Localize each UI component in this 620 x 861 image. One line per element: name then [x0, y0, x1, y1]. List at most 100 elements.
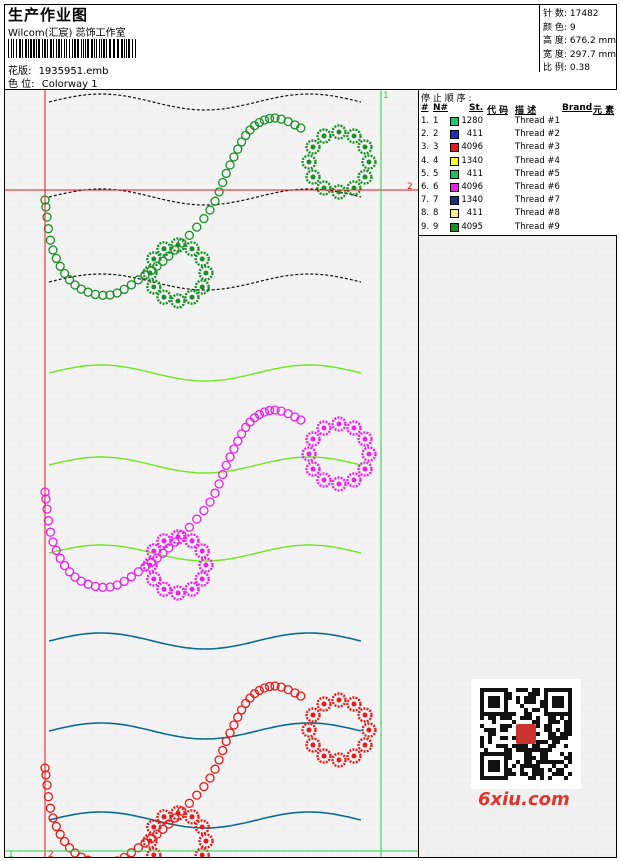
qr-module [552, 760, 556, 764]
chain-link [241, 422, 251, 433]
thread-code: 411 [466, 168, 483, 179]
marker-label: 2 [407, 182, 413, 192]
rosette-center [161, 814, 167, 820]
qr-module [532, 756, 536, 760]
qr-module [492, 728, 496, 732]
thread-index: 7. [421, 195, 430, 206]
chain-link [42, 212, 52, 222]
rosette-center [175, 534, 181, 540]
qr-module [532, 688, 536, 692]
thread-code: 4096 [461, 142, 483, 153]
qr-module [548, 776, 552, 780]
rosette-center [306, 451, 312, 457]
barcode-bar [72, 39, 73, 58]
stat-value: 0.38 [569, 63, 590, 73]
qr-module [520, 704, 524, 708]
embroidery-design: 1 2 1 2 [5, 90, 418, 857]
barcode-bar [77, 39, 79, 58]
thread-color-swatch [450, 169, 459, 179]
chain-link [51, 821, 61, 832]
qr-module [500, 716, 504, 720]
rosette-center [189, 538, 195, 544]
chain-link [214, 187, 224, 197]
thread-row[interactable]: 8. 8 411 Thread #8 [419, 208, 617, 221]
thread-row[interactable]: 7. 7 1340 Thread #7 [419, 195, 617, 208]
studio-name: Wilcom(汇宸) 蕊饰工作室 [8, 28, 126, 39]
chain-link [245, 693, 255, 703]
thread-color-swatch [450, 196, 459, 206]
rosette-center [310, 466, 316, 472]
thread-desc: Thread #4 [515, 155, 560, 166]
chain-link [55, 261, 65, 271]
qr-module [556, 736, 560, 740]
rosette-center [366, 727, 372, 733]
qr-module [516, 748, 520, 752]
thread-row[interactable]: 3. 3 4096 Thread #3 [419, 142, 617, 155]
thread-row[interactable]: 6. 6 4096 Thread #6 [419, 182, 617, 195]
col-code: 代 码 [487, 106, 509, 116]
qr-module [508, 716, 512, 720]
thread-color-swatch [450, 156, 459, 166]
qr-module [528, 776, 532, 780]
rosette-center [189, 246, 195, 252]
qr-module [496, 744, 500, 748]
rosette-center [310, 174, 316, 180]
thread-row[interactable]: 5. 5 411 Thread #5 [419, 169, 617, 182]
qr-module [516, 744, 520, 748]
qr-module [544, 728, 548, 732]
thread-desc: Thread #2 [515, 129, 560, 140]
stat-row: 比 例: 0.38 [543, 60, 590, 73]
qr-module [504, 724, 508, 728]
qr-module [484, 748, 488, 752]
thread-row[interactable]: 9. 9 4095 Thread #9 [419, 222, 617, 235]
barcode-bar [94, 39, 95, 58]
qr-module [516, 688, 520, 692]
design-canvas[interactable]: 1 2 1 2 [4, 89, 419, 858]
qr-module [488, 716, 492, 720]
barcode-bar [47, 39, 48, 58]
barcode-bar [81, 39, 82, 58]
qr-finder-core [552, 696, 564, 708]
qr-module [552, 764, 556, 768]
barcode-bar [13, 39, 14, 58]
marker-label: 1 [383, 91, 389, 101]
rosette-center [306, 159, 312, 165]
barcode-bar [135, 39, 136, 58]
chain-link [184, 798, 195, 808]
chain-link [43, 516, 54, 526]
barcode-bar [128, 39, 130, 58]
qr-module [548, 732, 552, 736]
thread-row[interactable]: 1. 1 1280 Thread #1 [419, 116, 617, 129]
barcode-bar [58, 39, 60, 58]
qr-module [536, 732, 540, 736]
barcode-bar [109, 39, 111, 58]
col-element: 元 素 [593, 106, 615, 116]
qr-module [568, 752, 572, 756]
qr-module [548, 736, 552, 740]
thread-n: 7 [433, 195, 439, 206]
rosette-center [151, 284, 157, 290]
qr-module [556, 760, 560, 764]
qr-module [520, 688, 524, 692]
qr-module [548, 724, 552, 728]
qr-module [528, 692, 532, 696]
qr-module [552, 736, 556, 740]
qr-module [524, 744, 528, 748]
wave-line [48, 188, 362, 206]
thread-desc: Thread #5 [515, 168, 560, 179]
qr-module [524, 772, 528, 776]
rosette-center [199, 852, 205, 857]
rosette-center [161, 294, 167, 300]
thread-row[interactable]: 2. 2 411 Thread #2 [419, 129, 617, 142]
qr-module [508, 724, 512, 728]
barcode-bar [50, 39, 52, 58]
qr-module [500, 744, 504, 748]
qr-module [540, 740, 544, 744]
qr-module [536, 688, 540, 692]
qr-module [532, 748, 536, 752]
rosette-center [362, 144, 368, 150]
qr-module [564, 720, 568, 724]
thread-row[interactable]: 4. 4 1340 Thread #4 [419, 156, 617, 169]
qr-module [536, 708, 540, 712]
qr-module [536, 720, 540, 724]
